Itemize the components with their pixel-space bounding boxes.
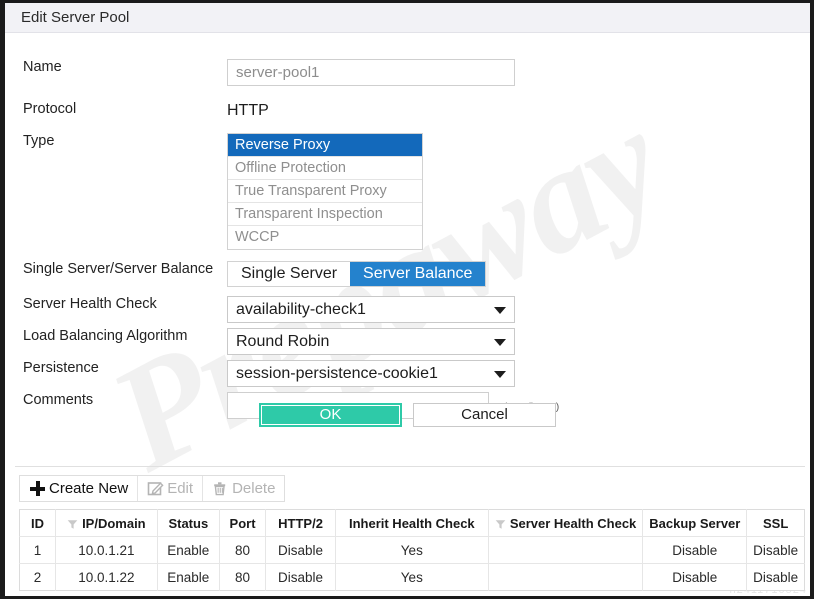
- cell-http2: Disable: [265, 563, 336, 591]
- form-row-server-health-check: Server Health Check availability-check1: [5, 296, 810, 323]
- persistence-label: Persistence: [23, 360, 99, 376]
- form-row-type: Type Reverse Proxy Offline Protection Tr…: [5, 133, 810, 250]
- cell-ip-domain: 10.0.1.22: [55, 563, 158, 591]
- trash-icon: [212, 480, 229, 497]
- column-header-status[interactable]: Status: [157, 509, 220, 537]
- cancel-button[interactable]: Cancel: [413, 403, 556, 427]
- type-option-true-transparent-proxy[interactable]: True Transparent Proxy: [228, 180, 422, 203]
- chevron-down-icon: [494, 339, 506, 346]
- delete-label: Delete: [232, 480, 276, 497]
- column-label: Backup Server: [649, 515, 741, 531]
- create-new-button[interactable]: Create New: [20, 476, 139, 501]
- column-header-port[interactable]: Port: [219, 509, 267, 537]
- cell-ip-domain: 10.0.1.21: [55, 536, 158, 564]
- form-row-protocol: Protocol HTTP: [5, 101, 810, 121]
- cell-status: Enable: [157, 536, 220, 564]
- edit-label: Edit: [167, 480, 194, 497]
- column-label: Port: [229, 515, 256, 531]
- cell-port: 80: [219, 563, 267, 591]
- segment-single-server[interactable]: Single Server: [228, 262, 350, 286]
- ok-button[interactable]: OK: [259, 403, 402, 427]
- cell-http2: Disable: [265, 536, 336, 564]
- column-header-ip-domain[interactable]: IP/Domain: [55, 509, 158, 537]
- column-header-http2[interactable]: HTTP/2: [265, 509, 336, 537]
- type-option-offline-protection[interactable]: Offline Protection: [228, 157, 422, 180]
- load-balancing-algorithm-value: Round Robin: [236, 333, 330, 350]
- balance-mode-label: Single Server/Server Balance: [23, 261, 214, 277]
- name-label: Name: [23, 59, 62, 75]
- delete-button[interactable]: Delete: [203, 476, 284, 501]
- column-label: Status: [168, 515, 209, 531]
- load-balancing-algorithm-label: Load Balancing Algorithm: [23, 328, 188, 344]
- server-health-check-label: Server Health Check: [23, 296, 157, 312]
- protocol-label: Protocol: [23, 101, 77, 117]
- table-row[interactable]: 1 10.0.1.21 Enable 80 Disable Yes Disabl…: [19, 536, 805, 564]
- cell-backup-server: Disable: [642, 536, 748, 564]
- cell-status: Enable: [157, 563, 220, 591]
- column-header-ssl[interactable]: SSL: [746, 509, 805, 537]
- dialog-actions: OK Cancel: [5, 403, 810, 427]
- column-label: Inherit Health Check: [348, 515, 475, 531]
- type-option-wccp[interactable]: WCCP: [228, 226, 422, 249]
- type-option-reverse-proxy[interactable]: Reverse Proxy: [228, 134, 422, 157]
- cell-id: 1: [19, 536, 56, 564]
- column-label: SSL: [763, 515, 789, 531]
- type-listbox[interactable]: Reverse Proxy Offline Protection True Tr…: [227, 133, 423, 250]
- chevron-down-icon: [494, 307, 506, 314]
- cell-inherit-health-check: Yes: [335, 563, 489, 591]
- column-label: IP/Domain: [82, 515, 146, 531]
- table-row[interactable]: 2 10.0.1.22 Enable 80 Disable Yes Disabl…: [19, 563, 805, 591]
- table-header-row: ID IP/Domain Status Port HTTP/2 Inherit …: [19, 509, 805, 537]
- cell-inherit-health-check: Yes: [335, 536, 489, 564]
- segment-server-balance[interactable]: Server Balance: [350, 262, 486, 286]
- section-divider: [15, 466, 805, 467]
- form-row-name: Name: [5, 59, 810, 86]
- dialog-titlebar: Edit Server Pool: [5, 3, 810, 33]
- form-row-persistence: Persistence session-persistence-cookie1: [5, 360, 810, 387]
- cell-server-health-check: [488, 536, 644, 564]
- filter-funnel-icon[interactable]: [495, 518, 506, 529]
- column-header-backup-server[interactable]: Backup Server: [642, 509, 748, 537]
- pencil-edit-icon: [147, 480, 164, 497]
- edit-server-pool-dialog: Prepaway n2411710524 Edit Server Pool Na…: [0, 0, 814, 599]
- column-header-server-health-check[interactable]: Server Health Check: [488, 509, 644, 537]
- type-option-transparent-inspection[interactable]: Transparent Inspection: [228, 203, 422, 226]
- name-input[interactable]: [227, 59, 515, 86]
- form-row-load-balancing-algorithm: Load Balancing Algorithm Round Robin: [5, 328, 810, 355]
- column-header-id[interactable]: ID: [19, 509, 56, 537]
- form-row-balance-mode: Single Server/Server Balance Single Serv…: [5, 261, 810, 287]
- pool-members-table: ID IP/Domain Status Port HTTP/2 Inherit …: [19, 509, 805, 591]
- column-label: HTTP/2: [278, 515, 323, 531]
- column-label: ID: [30, 515, 44, 531]
- persistence-select[interactable]: session-persistence-cookie1: [227, 360, 515, 387]
- cell-port: 80: [219, 536, 267, 564]
- create-new-label: Create New: [49, 480, 129, 497]
- cell-id: 2: [19, 563, 56, 591]
- cell-ssl: Disable: [753, 569, 799, 585]
- cell-ssl: Disable: [746, 536, 805, 564]
- persistence-value: session-persistence-cookie1: [236, 365, 438, 382]
- load-balancing-algorithm-select[interactable]: Round Robin: [227, 328, 515, 355]
- dialog-title: Edit Server Pool: [21, 9, 130, 26]
- plus-icon: [29, 480, 46, 497]
- type-label: Type: [23, 133, 55, 149]
- column-label: Server Health Check: [509, 515, 637, 531]
- server-health-check-select[interactable]: availability-check1: [227, 296, 515, 323]
- edit-button[interactable]: Edit: [138, 476, 204, 501]
- server-pool-form: Name Protocol HTTP Type Reverse Proxy Of…: [5, 33, 810, 419]
- balance-mode-segmented-control[interactable]: Single Server Server Balance: [227, 261, 487, 287]
- cell-backup-server: Disable: [642, 563, 748, 591]
- filter-funnel-icon[interactable]: [67, 518, 78, 529]
- protocol-value: HTTP: [227, 102, 269, 119]
- cell-server-health-check: [488, 563, 644, 591]
- column-header-inherit-health-check[interactable]: Inherit Health Check: [335, 509, 489, 537]
- member-toolbar: Create New Edit Delete: [19, 475, 286, 502]
- chevron-down-icon: [494, 371, 506, 378]
- server-health-check-value: availability-check1: [236, 301, 366, 318]
